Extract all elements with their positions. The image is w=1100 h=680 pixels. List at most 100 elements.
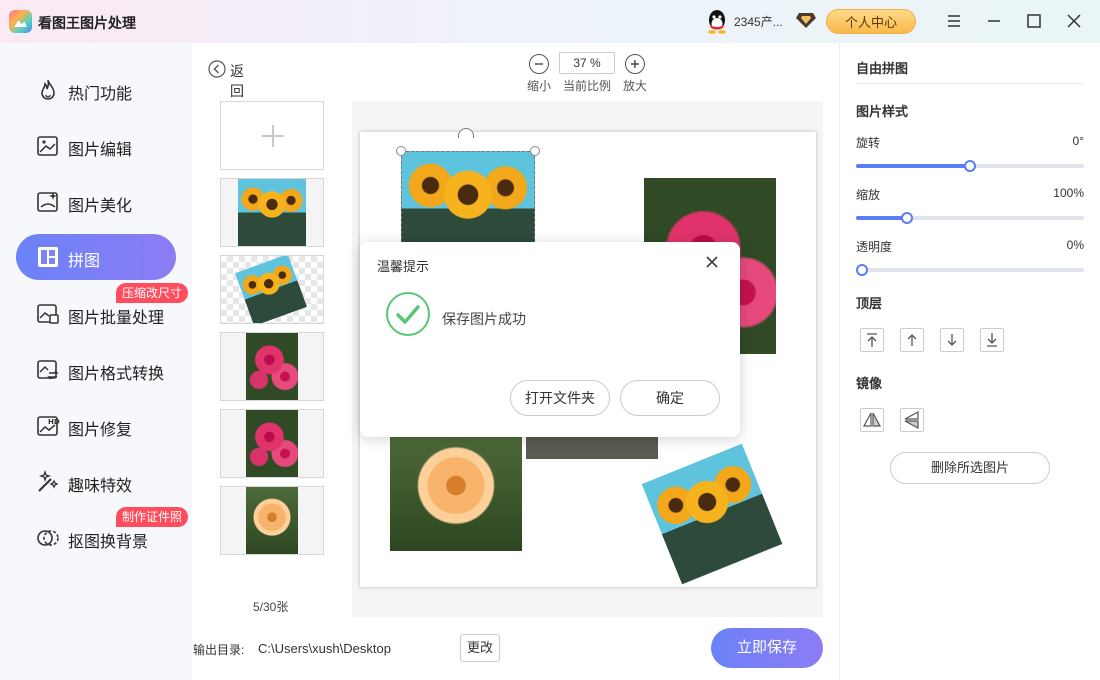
convert-icon	[37, 360, 59, 380]
rotate-value: 0°	[1072, 134, 1084, 148]
opacity-value: 0%	[1066, 238, 1084, 252]
svg-text:HD: HD	[48, 418, 60, 426]
mirror-section-title: 镜像	[856, 376, 883, 391]
opacity-label: 透明度	[856, 240, 893, 254]
thumbnail-image	[246, 333, 298, 400]
sidebar-item-label: 趣味特效	[68, 478, 133, 495]
resize-handle-top-right[interactable]	[530, 146, 540, 156]
flip-horizontal-icon[interactable]	[860, 408, 884, 432]
confirm-button[interactable]: 确定	[620, 380, 720, 416]
panel-divider	[856, 83, 1084, 84]
move-down-icon[interactable]	[940, 328, 964, 352]
back-label: 返回	[230, 63, 244, 99]
collage-icon	[38, 247, 58, 267]
add-image-button[interactable]	[220, 101, 324, 170]
back-arrow-icon	[208, 60, 226, 78]
scale-slider-fill	[856, 216, 908, 220]
sidebar-item-collage[interactable]: 拼图	[16, 234, 176, 280]
sidebar-item-convert[interactable]: 图片格式转换	[16, 347, 176, 393]
app-logo-icon	[9, 10, 32, 33]
collage-image-rose-orange[interactable]	[390, 432, 522, 551]
scale-label: 缩放	[856, 188, 881, 202]
send-to-bottom-icon[interactable]	[980, 328, 1004, 352]
sidebar-item-hot[interactable]: 热门功能	[16, 67, 176, 113]
rotate-slider[interactable]	[856, 160, 1084, 172]
maximize-icon[interactable]	[1023, 10, 1045, 32]
thumbnail-image	[246, 487, 298, 554]
collage-image-sunflower-rotated[interactable]	[641, 443, 783, 585]
personal-center-button[interactable]: 个人中心	[826, 9, 916, 34]
app-title: 看图王图片处理	[38, 15, 136, 31]
sidebar-item-label: 热门功能	[68, 86, 133, 103]
rotate-slider-fill	[856, 164, 970, 168]
fire-icon	[41, 79, 55, 100]
qq-avatar-icon[interactable]	[706, 9, 728, 34]
style-section-title: 图片样式	[856, 104, 909, 119]
rotate-handle-icon[interactable]	[458, 128, 474, 138]
hd-repair-icon: HD	[37, 416, 60, 436]
rotate-slider-thumb[interactable]	[964, 160, 976, 172]
resize-handle-top-left[interactable]	[396, 146, 406, 156]
dialog-message: 保存图片成功	[442, 311, 526, 327]
delete-selected-button[interactable]: 删除所选图片	[890, 452, 1050, 484]
dialog-title: 温馨提示	[377, 259, 430, 274]
minus-icon	[535, 63, 543, 65]
image-beautify-icon	[37, 192, 58, 212]
sidebar-item-effects[interactable]: 趣味特效	[16, 459, 176, 505]
thumbnail-image	[238, 179, 306, 246]
batch-icon	[37, 304, 59, 324]
thumbnail-rose-pink-2[interactable]	[220, 409, 324, 478]
sidebar-item-batch[interactable]: 图片批量处理	[16, 291, 176, 337]
sidebar-item-beautify[interactable]: 图片美化	[16, 179, 176, 225]
menu-icon[interactable]	[943, 10, 965, 32]
magic-icon	[38, 470, 59, 492]
thumbnail-rose-orange[interactable]	[220, 486, 324, 555]
sidebar-item-repair[interactable]: HD 图片修复	[16, 403, 176, 449]
plus-icon	[631, 60, 639, 68]
dialog-close-icon[interactable]	[702, 252, 722, 272]
sidebar-item-label: 图片批量处理	[68, 310, 165, 327]
save-success-dialog: 温馨提示 保存图片成功 打开文件夹 确定	[360, 242, 740, 437]
output-dir-path: C:\Users\xush\Desktop	[258, 641, 391, 656]
sidebar-item-cutout[interactable]: 抠图换背景	[16, 515, 176, 561]
image-counter: 5/30张	[253, 600, 289, 614]
bring-to-top-icon[interactable]	[860, 328, 884, 352]
zoom-in-label: 放大	[623, 79, 648, 93]
opacity-slider-thumb[interactable]	[856, 264, 868, 276]
vip-diamond-icon[interactable]	[796, 11, 816, 29]
flip-vertical-icon[interactable]	[900, 408, 924, 432]
thumbnail-sunflower-1[interactable]	[220, 178, 324, 247]
zoom-out-button[interactable]	[529, 54, 549, 74]
close-icon[interactable]	[1063, 10, 1085, 32]
cutout-icon	[37, 530, 59, 546]
open-folder-button[interactable]: 打开文件夹	[510, 380, 610, 416]
save-now-button[interactable]: 立即保存	[711, 628, 823, 668]
zoom-value[interactable]: 37 %	[559, 52, 615, 74]
zoom-ratio-label: 当前比例	[563, 79, 612, 93]
thumbnail-image	[235, 256, 307, 323]
image-edit-icon	[37, 136, 58, 156]
zoom-in-button[interactable]	[625, 54, 645, 74]
move-up-icon[interactable]	[900, 328, 924, 352]
success-check-icon	[386, 292, 430, 336]
thumbnail-sunflower-rotated[interactable]	[220, 255, 324, 324]
selection-frame[interactable]	[401, 151, 535, 244]
scale-slider[interactable]	[856, 212, 1084, 224]
zoom-out-label: 缩小	[527, 79, 552, 93]
sidebar-item-label: 拼图	[68, 253, 101, 270]
sidebar-item-label: 抠图换背景	[68, 534, 149, 551]
sidebar-item-image-edit[interactable]: 图片编辑	[16, 123, 176, 169]
user-name[interactable]: 2345产...	[734, 13, 783, 30]
opacity-slider[interactable]	[856, 264, 1084, 276]
layer-section-title: 顶层	[856, 296, 883, 311]
sidebar-item-label: 图片格式转换	[68, 366, 165, 383]
minimize-icon[interactable]	[983, 10, 1005, 32]
panel-title: 自由拼图	[856, 61, 909, 76]
sidebar-item-label: 图片美化	[68, 198, 133, 215]
sidebar-item-label: 图片修复	[68, 422, 133, 439]
title-bar: 看图王图片处理 2345产... 个人中心	[0, 0, 1100, 43]
output-dir-label: 输出目录:	[193, 643, 245, 657]
thumbnail-rose-pink-1[interactable]	[220, 332, 324, 401]
change-dir-button[interactable]: 更改	[460, 634, 500, 662]
scale-value: 100%	[1053, 186, 1084, 200]
